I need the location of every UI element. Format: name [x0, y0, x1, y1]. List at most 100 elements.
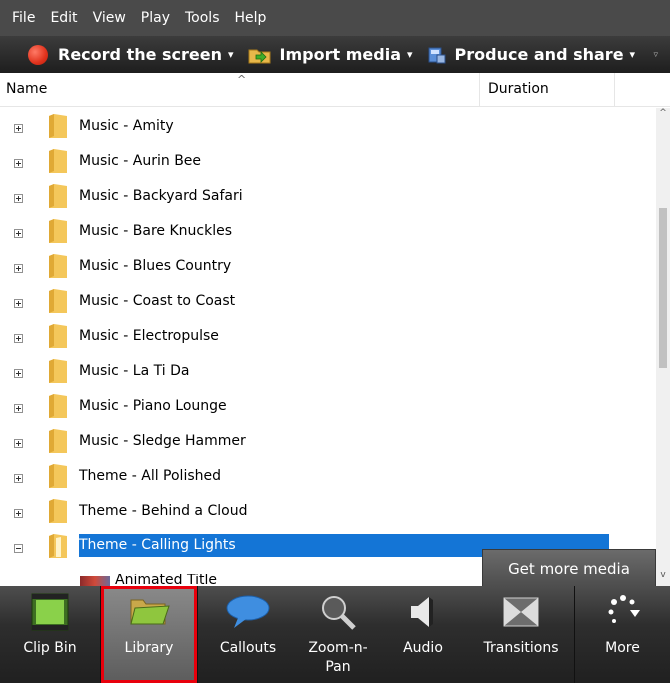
menu-help[interactable]: Help: [235, 10, 267, 26]
folder-icon: [49, 219, 67, 243]
more-dots-icon: [608, 595, 640, 623]
folder-icon: [49, 359, 67, 383]
tree-row-label: Music - Amity: [79, 118, 174, 134]
open-folder-icon: [49, 534, 67, 558]
toolbar-overflow-icon[interactable]: ▿: [653, 50, 658, 60]
tree-row-label: Music - Coast to Coast: [79, 293, 236, 309]
menu-tools[interactable]: Tools: [185, 10, 220, 26]
tree-row-label: Music - Backyard Safari: [79, 188, 243, 204]
expand-icon[interactable]: [14, 229, 23, 238]
tab-more[interactable]: More: [575, 586, 670, 683]
film-strip-icon: [31, 593, 69, 631]
tree-row-label: Music - Bare Knuckles: [79, 223, 233, 239]
tab-library-label: Library: [124, 640, 174, 656]
expand-icon[interactable]: [14, 194, 23, 203]
tab-more-label: More: [605, 640, 640, 656]
record-dot-icon: [28, 44, 48, 65]
vertical-scrollbar[interactable]: ^ v: [656, 108, 670, 586]
transitions-icon: [503, 597, 539, 627]
scroll-thumb[interactable]: [659, 208, 667, 368]
library-tree: Music - Amity Music - Aurin Bee Music - …: [0, 108, 656, 586]
tree-row-label: Music - Piano Lounge: [79, 398, 227, 414]
produce-share-button[interactable]: Produce and share ▾: [427, 45, 636, 65]
tab-callouts[interactable]: Callouts: [198, 586, 298, 683]
tab-library[interactable]: Library: [101, 586, 197, 683]
menu-bar: File Edit View Play Tools Help: [0, 0, 670, 36]
tree-row[interactable]: Music - Backyard Safari: [0, 178, 656, 213]
expand-icon[interactable]: [14, 159, 23, 168]
tab-transitions[interactable]: Transitions: [468, 586, 574, 683]
chevron-down-icon: ▾: [629, 48, 636, 61]
column-duration-header[interactable]: Duration: [479, 73, 614, 107]
folder-icon: [49, 149, 67, 173]
record-screen-button[interactable]: Record the screen ▾: [28, 44, 234, 65]
scroll-up-icon[interactable]: ^: [656, 108, 670, 122]
menu-file[interactable]: File: [12, 10, 35, 26]
folder-icon: [49, 184, 67, 208]
expand-icon[interactable]: [14, 439, 23, 448]
tree-row[interactable]: Music - Electropulse: [0, 318, 656, 353]
magnifier-icon: [322, 596, 356, 630]
folder-icon: [49, 254, 67, 278]
expand-icon[interactable]: [14, 124, 23, 133]
tree-row[interactable]: Music - Sledge Hammer: [0, 423, 656, 458]
column-header: Name ^ Duration: [0, 73, 670, 107]
tree-row[interactable]: Theme - Behind a Cloud: [0, 493, 656, 528]
get-more-media-label: Get more media: [508, 560, 630, 578]
tab-callouts-label: Callouts: [219, 640, 277, 656]
tab-zoom-n-pan[interactable]: Zoom-n-Pan: [298, 586, 378, 683]
tab-audio-label: Audio: [403, 640, 443, 656]
tab-clip-bin[interactable]: Clip Bin: [0, 586, 100, 683]
tree-row[interactable]: Music - Piano Lounge: [0, 388, 656, 423]
folder-icon: [49, 464, 67, 488]
expand-icon[interactable]: [14, 334, 23, 343]
folder-icon: [49, 324, 67, 348]
import-folder-icon: [248, 49, 271, 63]
tree-row[interactable]: Music - La Ti Da: [0, 353, 656, 388]
expand-icon[interactable]: [14, 404, 23, 413]
chevron-down-icon: ▾: [406, 48, 413, 61]
expand-icon[interactable]: [14, 369, 23, 378]
expand-icon[interactable]: [14, 509, 23, 518]
tree-row-label: Music - Sledge Hammer: [79, 433, 246, 449]
tree-row[interactable]: Music - Bare Knuckles: [0, 213, 656, 248]
import-media-label: Import media: [279, 45, 401, 64]
sort-ascending-icon: ^: [237, 73, 247, 86]
column-name-header[interactable]: Name: [6, 81, 47, 97]
expand-icon[interactable]: [14, 264, 23, 273]
expand-icon[interactable]: [14, 299, 23, 308]
folder-icon: [49, 499, 67, 523]
task-toolbar: Record the screen ▾ Import media ▾ Produ…: [0, 36, 670, 73]
import-media-button[interactable]: Import media ▾: [248, 45, 413, 64]
expand-icon[interactable]: [14, 474, 23, 483]
tree-row-label: Theme - All Polished: [79, 468, 222, 484]
tree-row[interactable]: Music - Amity: [0, 108, 656, 143]
get-more-media-button[interactable]: Get more media: [482, 549, 656, 589]
folder-icon: [49, 429, 67, 453]
folder-icon: [49, 114, 67, 138]
tab-clip-bin-label: Clip Bin: [23, 640, 77, 656]
tree-row-label: Music - La Ti Da: [79, 363, 190, 379]
tree-row[interactable]: Theme - All Polished: [0, 458, 656, 493]
tab-bar: Clip Bin Library Callouts Zoom-n-Pan Aud…: [0, 586, 670, 683]
folder-icon: [49, 394, 67, 418]
scroll-down-icon[interactable]: v: [656, 570, 670, 584]
tree-row-label: Music - Blues Country: [79, 258, 232, 274]
menu-view[interactable]: View: [93, 10, 126, 26]
chevron-down-icon: ▾: [228, 48, 234, 61]
tree-row-label: Theme - Behind a Cloud: [79, 503, 248, 519]
speaker-icon: [411, 597, 433, 627]
menu-edit[interactable]: Edit: [50, 10, 77, 26]
column-divider: [614, 73, 615, 107]
collapse-icon[interactable]: [14, 544, 23, 553]
produce-film-icon: [428, 47, 446, 63]
tree-row[interactable]: Music - Aurin Bee: [0, 143, 656, 178]
column-duration-label: Duration: [488, 81, 549, 97]
tab-transitions-label: Transitions: [483, 640, 559, 656]
folder-icon: [49, 289, 67, 313]
tree-row[interactable]: Music - Blues Country: [0, 248, 656, 283]
tree-row[interactable]: Music - Coast to Coast: [0, 283, 656, 318]
menu-play[interactable]: Play: [141, 10, 170, 26]
tab-audio[interactable]: Audio: [378, 586, 468, 683]
produce-share-label: Produce and share: [454, 45, 624, 64]
